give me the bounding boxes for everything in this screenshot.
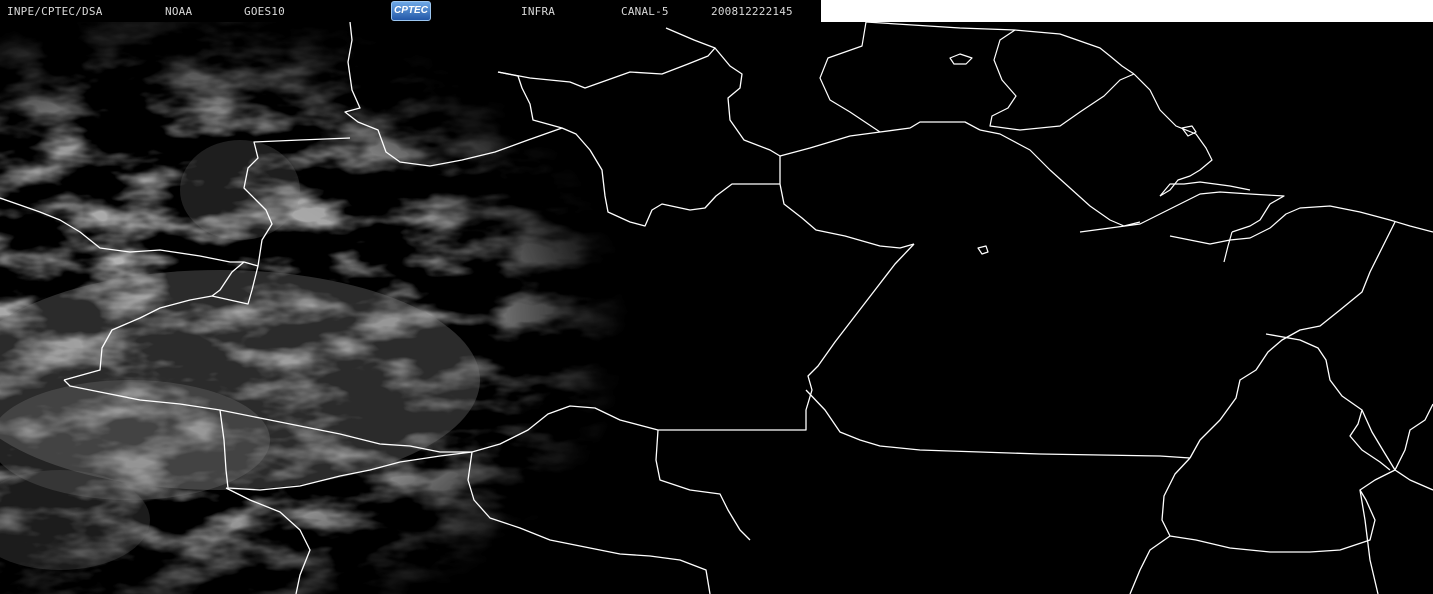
cptec-logo: CPTEC (391, 1, 431, 21)
agency-label: NOAA (165, 5, 193, 18)
channel-label: CANAL-5 (621, 5, 669, 18)
cloud-cover (0, 0, 820, 594)
header-blank-area (821, 0, 1433, 22)
satellite-image (0, 0, 1433, 594)
logo-text: CPTEC (394, 5, 428, 16)
satellite-label: GOES10 (244, 5, 285, 18)
timestamp-label: 200812222145 (711, 5, 793, 18)
header-bar: INPE/CPTEC/DSA NOAA GOES10 CPTEC INFRA C… (0, 0, 821, 22)
product-label: INFRA (521, 5, 556, 18)
institution-label: INPE/CPTEC/DSA (7, 5, 103, 18)
